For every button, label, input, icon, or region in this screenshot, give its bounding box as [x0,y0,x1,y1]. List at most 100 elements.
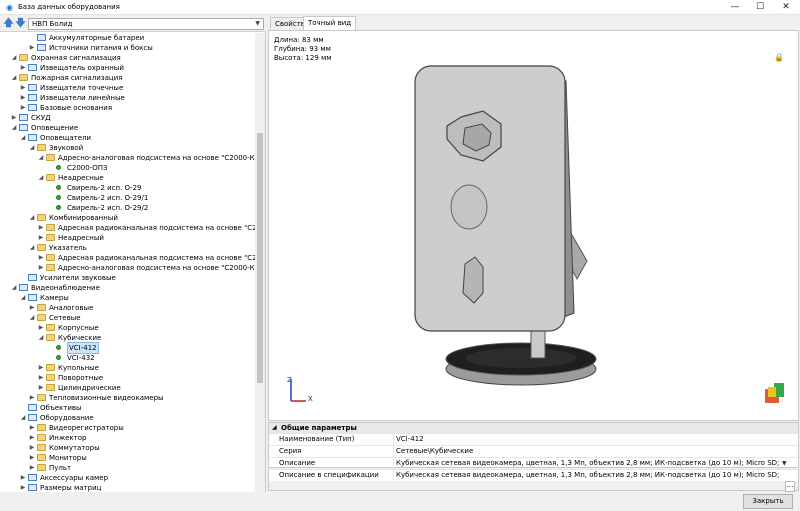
maximize-button[interactable]: ☐ [749,0,771,15]
arrow-down-icon[interactable]: 🡇 [15,18,26,29]
tab-exact-view[interactable]: Точный вид [303,16,357,31]
expand-arrow-icon[interactable]: ▶ [20,103,26,113]
tree-item[interactable]: ◢ Кубические [0,333,256,343]
expand-arrow-icon[interactable]: ▶ [38,383,44,393]
collapse-arrow-icon[interactable]: ◢ [11,73,17,83]
chevron-down-icon[interactable]: ▼ [782,458,787,469]
collapse-arrow-icon[interactable] [20,403,26,413]
collapse-arrow-icon[interactable]: ◢ [11,283,17,293]
collapse-arrow-icon[interactable]: ◢ [20,293,26,303]
tree-item[interactable]: ▶ Адресная радиоканальная подсистема на о… [0,253,256,263]
expand-arrow-icon[interactable]: ▶ [38,233,44,243]
tree-item[interactable]: ▶ Аналоговые [0,303,256,313]
tree-item[interactable]: ▶ Цилиндрические [0,383,256,393]
expand-arrow-icon[interactable]: ▶ [20,93,26,103]
collapse-arrow-icon[interactable]: ◢ [29,143,35,153]
tree-item[interactable]: ▶ Размеры матриц [0,483,256,492]
tree-item[interactable]: ▶ Пульт [0,463,256,473]
expand-arrow-icon[interactable]: ▶ [38,263,44,273]
tree-item[interactable]: ◢ Адресно-аналоговая подсистема на основе… [0,153,256,163]
tree-item[interactable]: ◢ Камеры [0,293,256,303]
expand-arrow-icon[interactable]: ▶ [38,373,44,383]
expand-arrow-icon[interactable]: ▶ [29,43,35,53]
expand-arrow-icon[interactable]: ▶ [38,323,44,333]
collapse-arrow-icon[interactable]: ◢ [20,133,26,143]
collapse-arrow-icon[interactable] [47,193,53,203]
property-row[interactable]: Описание в спецификации Кубическая сетев… [269,469,798,482]
tree-item[interactable]: ◢ Видеонаблюдение [0,283,256,293]
tree-item[interactable]: ◢ Пожарная сигнализация [0,73,256,83]
manufacturer-select[interactable]: НВП Болид ▼ [28,18,264,30]
property-value[interactable]: Сетевые\Кубические [396,446,781,457]
ellipsis-button[interactable]: … [785,481,795,492]
tree-item[interactable]: ◢ Комбинированный [0,213,256,223]
tree-item[interactable]: ▶ Видеорегистраторы [0,423,256,433]
tree-item[interactable]: ▶ Корпусные [0,323,256,333]
collapse-arrow-icon[interactable] [47,203,53,213]
collapse-arrow-icon[interactable]: ◢ [29,213,35,223]
tree-item[interactable]: Свирель-2 исп. О-29/1 [0,193,256,203]
tree-item[interactable]: Свирель-2 исп. О-29/2 [0,203,256,213]
collapse-arrow-icon[interactable] [47,183,53,193]
tree-item[interactable]: ▶ Тепловизионные видеокамеры [0,393,256,403]
expand-arrow-icon[interactable]: ▶ [38,223,44,233]
tree-scrollbar[interactable] [255,33,265,492]
tree-item[interactable]: ▶ Инжектор [0,433,256,443]
expand-arrow-icon[interactable]: ▶ [20,483,26,492]
tree-item[interactable]: ◢ Неадресные [0,173,256,183]
collapse-arrow-icon[interactable] [20,273,26,283]
tree-item[interactable]: ▶ Мониторы [0,453,256,463]
properties-section-header[interactable]: ◢ Общие параметры [269,423,798,433]
tree-item[interactable]: ◢ Охранная сигнализация [0,53,256,63]
collapse-arrow-icon[interactable]: ◢ [38,333,44,343]
scrollbar-thumb[interactable] [257,133,263,383]
expand-arrow-icon[interactable]: ▶ [38,253,44,263]
property-value[interactable]: Кубическая сетевая видеокамера, цветная,… [396,458,781,469]
property-row[interactable]: Описание Кубическая сетевая видеокамера,… [269,457,798,470]
tree-item[interactable]: С2000-ОПЗ [0,163,256,173]
tree-item[interactable]: ▶ Поворотные [0,373,256,383]
tree-item[interactable]: Аккумуляторные батареи [0,33,256,43]
property-row[interactable]: Наименование (Тип) VCI-412 [269,433,798,446]
collapse-arrow-icon[interactable]: ◢ [29,243,35,253]
tree-item[interactable]: Свирель-2 исп. О-29 [0,183,256,193]
expand-arrow-icon[interactable]: ▶ [29,423,35,433]
tree-item[interactable]: ▶ Базовые основания [0,103,256,113]
collapse-arrow-icon[interactable]: ◢ [11,53,17,63]
tree-item[interactable]: ▶ Извещатель охранный [0,63,256,73]
property-value[interactable]: VCI-412 [396,434,781,445]
property-row[interactable]: Серия Сетевые\Кубические [269,445,798,458]
tree-item[interactable]: ◢ Оборудование [0,413,256,423]
expand-arrow-icon[interactable]: ▶ [20,473,26,483]
tree-item[interactable]: ▶ Источники питания и боксы [0,43,256,53]
expand-arrow-icon[interactable]: ▶ [29,453,35,463]
collapse-arrow-icon[interactable]: ◢ [11,123,17,133]
arrow-up-icon[interactable]: 🡅 [3,18,14,29]
collapse-arrow-icon[interactable] [47,353,53,363]
tree-item[interactable]: ◢ Указатель [0,243,256,253]
close-window-button[interactable]: ✕ [775,0,797,15]
property-value[interactable]: Кубическая сетевая видеокамера, цветная,… [396,470,781,481]
tree-item[interactable]: ▶ Неадресный [0,233,256,243]
collapse-arrow-icon[interactable]: ◢ [38,153,44,163]
expand-arrow-icon[interactable]: ▶ [20,63,26,73]
tree-item[interactable]: ▶ Извещатели точечные [0,83,256,93]
tree-item[interactable]: ▶ Адресная радиоканальная подсистема на о… [0,223,256,233]
tree-item[interactable]: ▶ СКУД [0,113,256,123]
expand-arrow-icon[interactable]: ▶ [29,443,35,453]
collapse-arrow-icon[interactable] [47,343,53,353]
minimize-button[interactable]: — [724,0,746,15]
expand-arrow-icon[interactable]: ▶ [38,363,44,373]
collapse-arrow-icon[interactable]: ◢ [20,413,26,423]
tree-item[interactable]: ▶ Адресно-аналоговая подсистема на основе… [0,263,256,273]
tree-item[interactable]: ◢ Оповещатели [0,133,256,143]
expand-arrow-icon[interactable]: ▶ [11,113,17,123]
tree-item[interactable]: Усилители звуковые [0,273,256,283]
expand-arrow-icon[interactable]: ▶ [29,303,35,313]
tree-item[interactable]: VCI-412 [0,342,256,354]
collapse-arrow-icon[interactable]: ◢ [38,173,44,183]
collapse-arrow-icon[interactable]: ◢ [29,313,35,323]
expand-arrow-icon[interactable]: ▶ [29,433,35,443]
tree-item[interactable]: VCI-432 [0,353,256,363]
collapse-arrow-icon[interactable] [29,33,35,43]
